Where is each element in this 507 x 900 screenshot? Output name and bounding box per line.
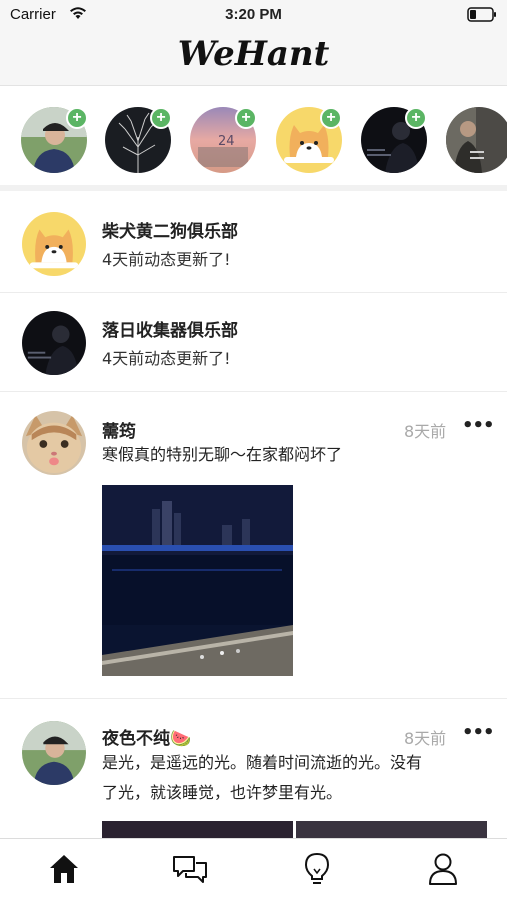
chat-icon[interactable] [170, 851, 210, 887]
club-name: 落日收集器俱乐部 [102, 321, 238, 341]
club-row[interactable]: 落日收集器俱乐部 4天前动态更新了! [0, 294, 507, 392]
post-text: 寒假真的特别无聊～在家都闷坏了 [102, 445, 343, 464]
profile-icon[interactable] [423, 851, 463, 887]
club-avatar[interactable] [22, 212, 86, 276]
club-row[interactable]: 柴犬黄二狗俱乐部 4天前动态更新了! [0, 195, 507, 293]
add-story-icon[interactable]: + [150, 107, 172, 129]
post-card: 夜色不纯🍉 8天前 ••• 是光，是遥远的光。随着时间流逝的光。没有 了光，就该… [0, 705, 507, 838]
post-card: 薷筠 8天前 ••• 寒假真的特别无聊～在家都闷坏了 [0, 393, 507, 699]
add-story-icon[interactable]: + [66, 107, 88, 129]
post-time: 8天前 [404, 729, 447, 748]
home-icon[interactable] [44, 851, 84, 887]
club-name: 柴犬黄二狗俱乐部 [102, 222, 238, 242]
battery-icon [467, 7, 497, 27]
post-author-avatar[interactable] [22, 411, 86, 475]
club-avatar[interactable] [22, 311, 86, 375]
lightbulb-icon[interactable] [297, 851, 337, 887]
post-image[interactable] [102, 485, 293, 676]
app-logo: WeHant [177, 34, 330, 74]
more-options-icon[interactable]: ••• [462, 415, 495, 436]
more-options-icon[interactable]: ••• [462, 722, 495, 743]
club-subtitle: 4天前动态更新了! [102, 349, 231, 368]
add-story-icon[interactable]: + [320, 107, 342, 129]
tab-bar [0, 838, 507, 900]
add-story-icon[interactable]: + [405, 107, 427, 129]
nav-bar: WeHant [0, 30, 507, 86]
post-text-line-2: 了光，就该睡觉，也许梦里有光。 [102, 783, 343, 802]
post-author-avatar[interactable] [22, 721, 86, 785]
story-avatar[interactable] [446, 107, 507, 173]
post-author-name[interactable]: 薷筠 [102, 417, 136, 442]
status-time: 3:20 PM [225, 6, 282, 23]
post-image[interactable] [102, 821, 293, 838]
post-image[interactable] [296, 821, 487, 838]
post-time: 8天前 [404, 422, 447, 441]
club-subtitle: 4天前动态更新了! [102, 250, 231, 269]
post-author-name[interactable]: 夜色不纯🍉 [102, 724, 191, 749]
status-bar: Carrier 3:20 PM [0, 0, 507, 30]
post-text-line-1: 是光，是遥远的光。随着时间流逝的光。没有 [102, 753, 423, 772]
stories-row[interactable]: + + 24 + + + [0, 87, 507, 191]
add-story-icon[interactable]: + [235, 107, 257, 129]
story-overlay-text: 24 [218, 134, 235, 149]
